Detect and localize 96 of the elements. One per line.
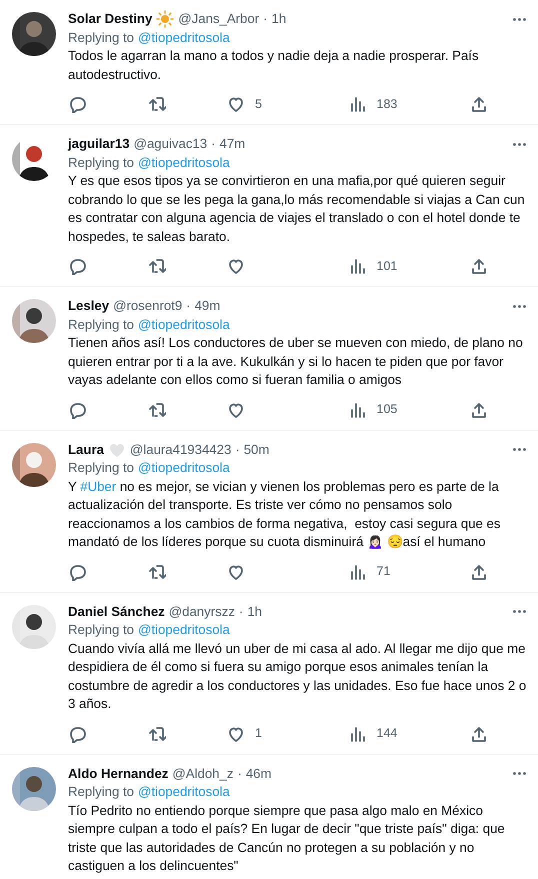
more-icon (513, 142, 526, 146)
retweet-button[interactable] (148, 400, 166, 418)
bar-chart-icon (348, 724, 366, 742)
tweet-time: 46m (246, 764, 272, 782)
user-name: Laura (68, 440, 104, 458)
tweet-time: 47m (220, 135, 246, 153)
bar-chart-icon (348, 400, 366, 418)
reply-button[interactable] (68, 724, 86, 742)
more-icon (513, 18, 526, 21)
heart-icon (227, 400, 245, 418)
reply-icon (68, 724, 86, 742)
replying-label: Replying to (68, 154, 134, 172)
user-handle: @Aldoh_z (172, 764, 234, 783)
views-button[interactable]: 71 (348, 562, 408, 581)
tweet-text: Y #Uber no es mejor, se vician y vienen los problemas pero es parte de la actualización del transporte. Es triste ver cómo no pensamos solo reaccionamos a los cambios de forma negativa, estoy casi segura que es mandató de los líderes porque su cuota disminuirá 🙍🏻‍♀ 😔así el humano (68, 478, 502, 551)
user-handle: @laura41934423 (130, 440, 232, 458)
more-icon (513, 610, 526, 614)
replying-label: Replying to (68, 28, 134, 47)
user-handle: @Jans_Arbor (178, 10, 260, 28)
retweet-button[interactable] (148, 562, 166, 580)
user-name: Solar Destiny (68, 10, 152, 28)
views-button[interactable]: 105 (348, 400, 408, 419)
like-button[interactable]: 5 (227, 94, 287, 114)
retweet-button[interactable] (148, 257, 166, 275)
more-button[interactable] (511, 608, 528, 616)
share-icon (470, 724, 488, 742)
user-name: Daniel Sánchez (68, 602, 165, 620)
replying-label: Replying to (68, 621, 134, 639)
replying-label: Replying to (68, 459, 134, 477)
retweet-icon (148, 724, 166, 742)
views-button[interactable]: 101 (348, 256, 408, 276)
tweet-text: Cuando vivía allá me llevó un uber de mi casa al ado. Al llegar me dijo que me despidiera de él como si fuera su amigo porque esos animales tenían la costumbre de agredir a los conductores y las unidades. Eso fue hace unos 2 o 3 años. (68, 640, 528, 713)
user-handle: @danyrszz (168, 602, 235, 621)
tweet-text: Tienen años así! Los conductores de uber se mueven con miedo, de plano no quieren entrar por ti a la ave. Kukulkán y si lo hacen te piden que por favor vayas adelante con ellos como si fueran familia o amigos (68, 334, 524, 389)
more-icon (513, 772, 526, 776)
views-button[interactable]: 144 (348, 724, 408, 743)
user-name: jaguilar13 (68, 135, 130, 153)
separator-dot: · (186, 297, 191, 315)
heart-icon (227, 724, 245, 742)
share-button[interactable] (470, 257, 488, 275)
heart-icon (227, 95, 245, 113)
retweet-button[interactable] (148, 724, 166, 742)
reply-button[interactable] (68, 95, 86, 113)
more-button[interactable] (511, 140, 528, 148)
heart-icon (227, 257, 245, 275)
retweet-icon (148, 562, 166, 580)
more-button[interactable] (511, 446, 528, 454)
user-name: Lesley (68, 297, 110, 315)
share-icon (470, 257, 488, 275)
separator-dot: · (235, 440, 240, 458)
tweet-time: 50m (244, 440, 270, 458)
heart-icon (227, 562, 245, 580)
more-icon (513, 448, 526, 452)
bar-chart-icon (348, 562, 366, 580)
tweet-time: 1h (247, 602, 262, 620)
user-handle: @aguivac13 (134, 135, 208, 153)
like-button[interactable]: 1 (227, 724, 287, 743)
replying-label: Replying to (68, 316, 134, 334)
share-button[interactable] (470, 95, 488, 113)
reply-icon (68, 400, 86, 418)
separator-dot: · (263, 10, 268, 28)
views-button[interactable]: 183 (348, 94, 408, 114)
share-button[interactable] (470, 400, 488, 418)
share-icon (470, 95, 488, 113)
share-button[interactable] (470, 724, 488, 742)
tweet-time: 49m (194, 297, 220, 315)
tweet-text: Tío Pedrito no entiendo porque siempre que pasa algo malo en México siempre culpan a todo el país? En lugar de decir "que triste país" diga: que triste que las autoridades de Cancún no protegen a su población y no castiguen a los delincuentes" (68, 802, 506, 875)
bar-chart-icon (348, 257, 366, 275)
retweet-icon (148, 257, 166, 275)
separator-dot: · (211, 135, 216, 153)
tweet-time: 1h (272, 10, 286, 28)
more-button[interactable] (511, 770, 528, 778)
reply-button[interactable] (68, 400, 86, 418)
separator-dot: · (238, 602, 244, 620)
retweet-icon (148, 95, 166, 113)
replying-label: Replying to (68, 783, 134, 801)
bar-chart-icon (348, 95, 366, 113)
more-button[interactable] (511, 16, 528, 23)
sun-icon (156, 10, 174, 28)
share-button[interactable] (470, 562, 488, 580)
separator-dot: · (237, 764, 242, 782)
tweet-text: Todos le agarran la mano a todos y nadie deja a nadie prosperar. País autodestructivo. (68, 47, 480, 84)
user-name: Aldo Hernandez (68, 764, 168, 782)
share-icon (470, 562, 488, 580)
share-icon (470, 400, 488, 418)
retweet-button[interactable] (148, 95, 166, 113)
user-handle: @rosenrot9 (113, 297, 182, 315)
tweet-text: Y es que esos tipos ya se convirtieron en una mafia,por qué quieren seguir cobrando lo que se les pega la gana,lo más recomendable si viajas a Can cun es contratar con alguna agencia de viajes el translado o con el hotel donde te hospedes, te saleas barato. (68, 172, 526, 246)
more-button[interactable] (511, 302, 528, 310)
retweet-icon (148, 400, 166, 418)
reply-icon (68, 95, 86, 113)
more-icon (513, 304, 526, 308)
reply-icon (68, 562, 86, 580)
reply-button[interactable] (68, 562, 86, 580)
reply-button[interactable] (68, 257, 86, 275)
reply-icon (68, 257, 86, 275)
